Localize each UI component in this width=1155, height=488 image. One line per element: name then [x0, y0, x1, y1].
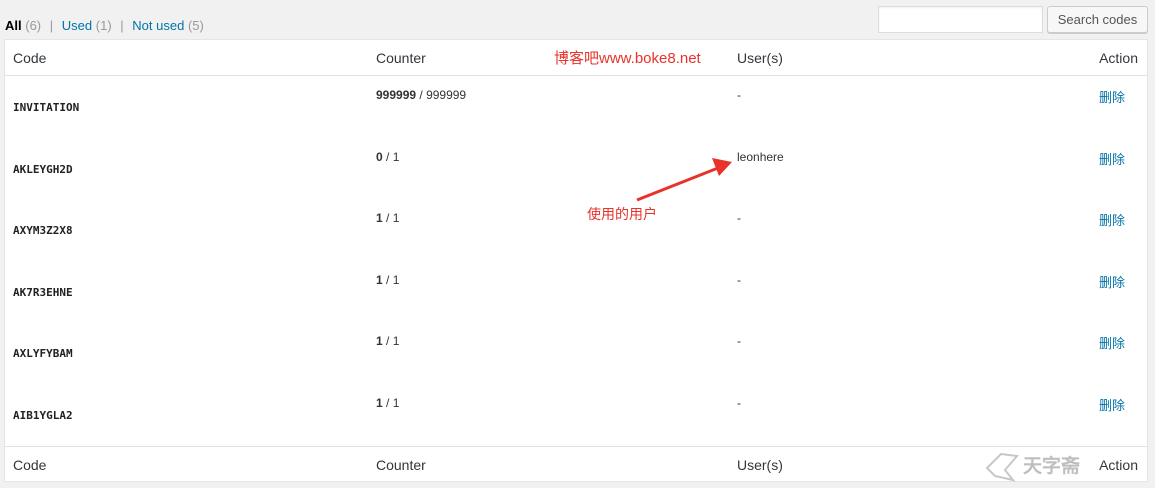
table-body: INVITATION 999999 / 999999 - 删除 AKLEYGH2… [5, 77, 1147, 446]
counter-total: 1 [392, 272, 400, 287]
table-row: AKLEYGH2D 0 / 1 leonhere 删除 [5, 139, 1147, 201]
counter-used: 999999 [376, 88, 417, 102]
delete-link[interactable]: 删除 [1099, 149, 1125, 168]
filter-not-used[interactable]: Not used [132, 18, 184, 33]
user-cell: - [737, 395, 741, 410]
table-row: INVITATION 999999 / 999999 - 删除 [5, 77, 1147, 139]
filter-all-count: (6) [25, 18, 42, 33]
codes-table: Code Counter User(s) Action INVITATION 9… [4, 39, 1148, 482]
column-header-action: Action [1099, 50, 1138, 66]
counter-cell: 1 / 1 [376, 273, 399, 287]
counter-used: 1 [376, 395, 383, 410]
counter-used: 0 [376, 149, 383, 164]
code-cell: INVITATION [13, 101, 80, 114]
code-cell: AXYM3Z2X8 [13, 224, 73, 237]
annotation-label: 使用的用户 [587, 206, 657, 222]
column-header-code[interactable]: Code [13, 50, 46, 66]
filter-used[interactable]: Used [62, 18, 92, 33]
filter-not-used-count: (5) [187, 18, 204, 33]
user-cell: - [737, 334, 741, 348]
counter-used: 1 [376, 272, 383, 287]
table-row: AK7R3EHNE 1 / 1 - 删除 [5, 262, 1147, 324]
counter-separator: / [416, 88, 427, 102]
counter-separator: / [382, 149, 393, 164]
table-footer: Code Counter User(s) Action [5, 446, 1147, 482]
delete-link[interactable]: 删除 [1099, 87, 1125, 106]
column-header-counter[interactable]: Counter [376, 50, 426, 66]
table-row: AXYM3Z2X8 1 / 1 - 删除 [5, 200, 1147, 262]
counter-cell: 999999 / 999999 [376, 88, 466, 102]
column-footer-users[interactable]: User(s) [737, 457, 783, 473]
table-row: AXLYFYBAM 1 / 1 - 删除 [5, 323, 1147, 385]
counter-separator: / [382, 211, 393, 225]
counter-separator: / [382, 395, 393, 410]
counter-cell: 0 / 1 [376, 150, 399, 164]
counter-total: 1 [392, 334, 400, 348]
counter-separator: / [382, 272, 393, 287]
user-cell: leonhere [737, 149, 784, 164]
counter-separator: / [382, 334, 393, 348]
counter-total: 1 [392, 211, 400, 225]
delete-link[interactable]: 删除 [1099, 210, 1125, 229]
site-watermark-text: 博客吧www.boke8.net [554, 50, 701, 67]
code-cell: AK7R3EHNE [13, 285, 73, 299]
logo-mark [985, 452, 1019, 482]
column-header-users[interactable]: User(s) [737, 50, 783, 66]
user-cell: - [737, 211, 741, 225]
counter-total: 999999 [426, 88, 467, 102]
site-logo-watermark: 天字斋 [985, 452, 1081, 482]
search-codes-button[interactable]: Search codes [1047, 6, 1148, 33]
search-input[interactable] [878, 6, 1043, 33]
user-cell: - [737, 272, 741, 287]
logo-text: 天字斋 [1023, 454, 1081, 477]
filter-all[interactable]: All [5, 18, 22, 33]
filter-used-count: (1) [95, 18, 112, 33]
counter-used: 1 [376, 334, 383, 348]
status-filter-bar: All (6) | Used (1) | Not used (5) [5, 18, 204, 33]
counter-total: 1 [392, 395, 400, 410]
column-footer-code[interactable]: Code [13, 457, 46, 473]
code-cell: AXLYFYBAM [13, 347, 73, 360]
counter-cell: 1 / 1 [376, 211, 399, 225]
code-cell: AKLEYGH2D [13, 162, 73, 176]
column-footer-counter[interactable]: Counter [376, 457, 426, 473]
code-cell: AIB1YGLA2 [13, 408, 73, 422]
delete-link[interactable]: 删除 [1099, 272, 1125, 291]
filter-separator: | [49, 18, 54, 33]
counter-total: 1 [392, 149, 400, 164]
delete-link[interactable]: 删除 [1099, 333, 1125, 352]
user-cell: - [737, 88, 741, 102]
column-footer-action: Action [1099, 457, 1138, 473]
table-row: AIB1YGLA2 1 / 1 - 删除 [5, 385, 1147, 447]
delete-link[interactable]: 删除 [1099, 395, 1125, 414]
counter-cell: 1 / 1 [376, 396, 399, 410]
filter-separator: | [120, 18, 124, 33]
counter-used: 1 [376, 211, 383, 225]
counter-cell: 1 / 1 [376, 334, 399, 348]
